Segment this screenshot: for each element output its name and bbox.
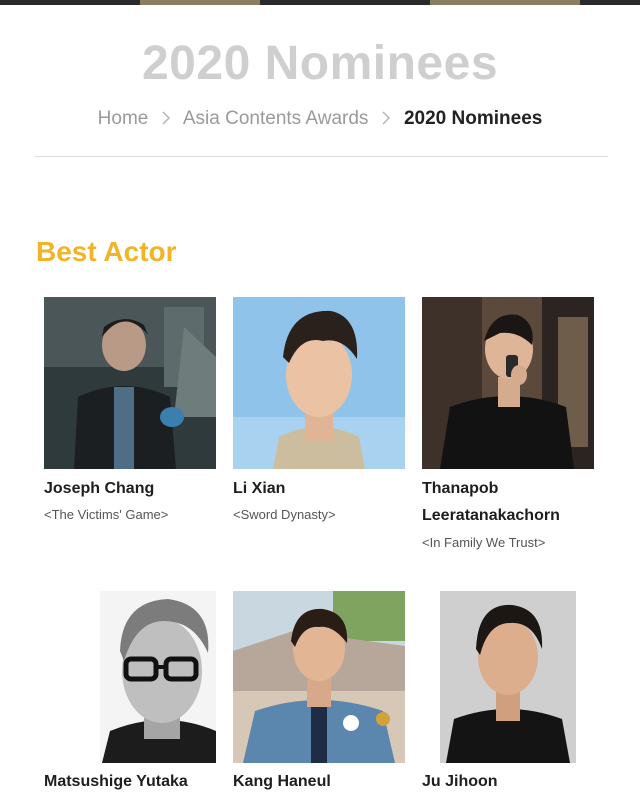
nominee-name[interactable]: Thanapob [422, 475, 498, 502]
nominee-photo[interactable] [233, 297, 405, 469]
nominee-photo[interactable] [233, 591, 405, 763]
nominee-work: <In Family We Trust> [422, 535, 546, 550]
nominee-name[interactable]: Joseph Chang [44, 475, 154, 502]
nominee-work: <The Victims' Game> [44, 507, 169, 522]
breadcrumb-current: 2020 Nominees [403, 108, 543, 129]
breadcrumb-home-link[interactable]: Home [98, 108, 149, 129]
breadcrumb: Home Asia Contents Awards 2020 Nominees [0, 108, 640, 130]
page-title: 2020 Nominees [141, 37, 499, 90]
divider [35, 156, 608, 157]
chevron-right-icon [382, 108, 391, 130]
nominee-photo[interactable] [44, 297, 216, 469]
nominee-name[interactable]: Leeratanakachorn [422, 502, 560, 529]
nominee-photo[interactable] [422, 297, 594, 469]
nominee-photo[interactable] [440, 591, 576, 763]
top-bar [0, 0, 640, 5]
nominee-name[interactable]: Ju Jihoon [422, 768, 498, 795]
nominee-work: <Sword Dynasty> [233, 507, 336, 522]
category-title: Best Actor [36, 236, 177, 267]
nominee-photo[interactable] [44, 591, 216, 763]
chevron-right-icon [162, 108, 171, 130]
nominee-name[interactable]: Kang Haneul [233, 768, 331, 795]
nominee-name[interactable]: Li Xian [233, 475, 285, 502]
breadcrumb-section-link[interactable]: Asia Contents Awards [183, 108, 369, 129]
nominee-name[interactable]: Matsushige Yutaka [44, 768, 188, 795]
